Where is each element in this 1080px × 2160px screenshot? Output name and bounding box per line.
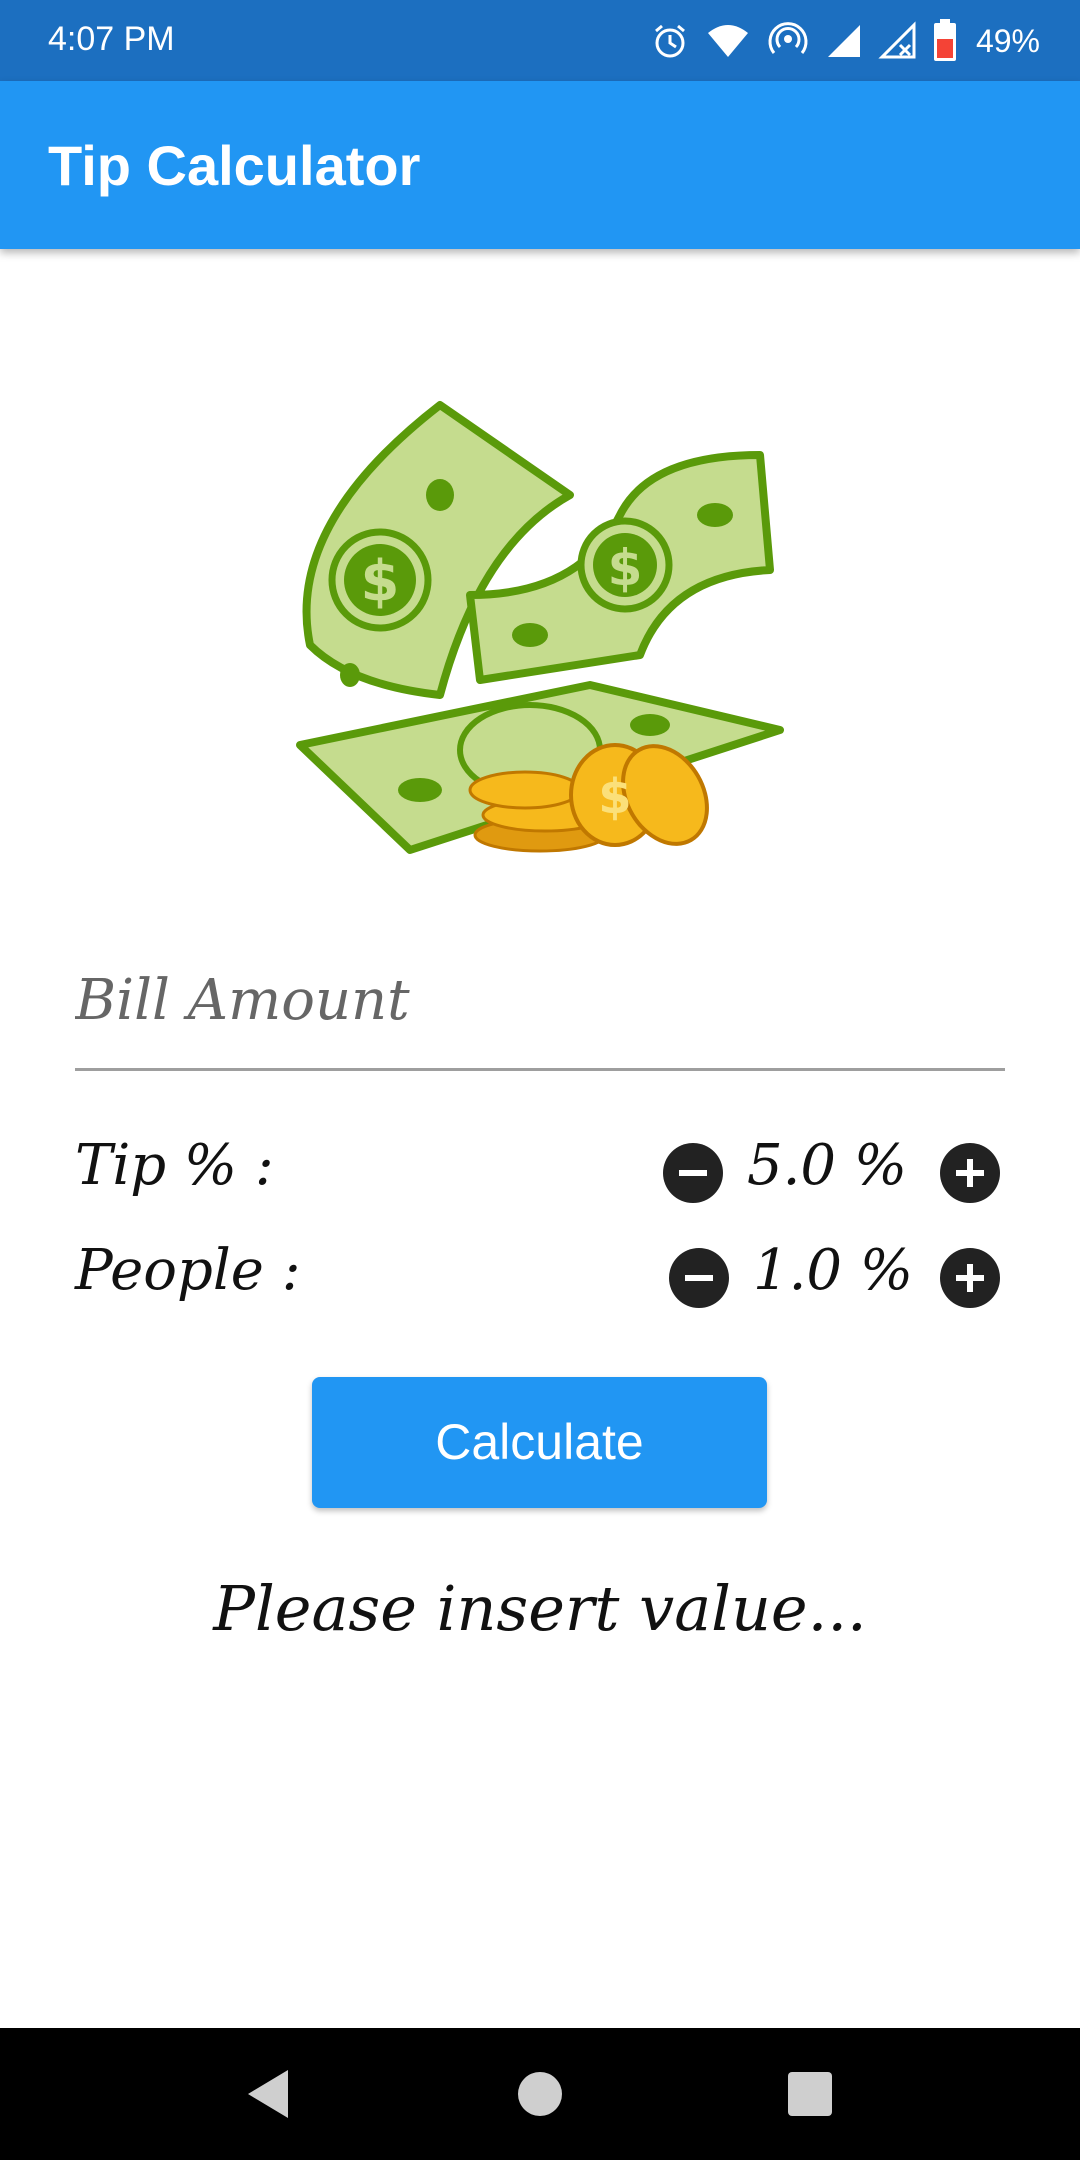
svg-text:$: $: [608, 539, 643, 597]
status-bar: 4:07 PM 49%: [0, 0, 1080, 81]
signal-icon: [824, 21, 864, 61]
bill-amount-input[interactable]: [75, 950, 1005, 1050]
bill-amount-field[interactable]: [75, 950, 1005, 1071]
signal-no-data-icon: [878, 21, 918, 61]
tip-increase-button[interactable]: [940, 1143, 1000, 1203]
recents-button[interactable]: [778, 2062, 842, 2126]
alarm-icon: [650, 21, 690, 61]
people-value: 1.0 %: [752, 1238, 914, 1303]
wifi-icon: [704, 21, 752, 61]
status-icons: 49%: [650, 16, 1040, 66]
svg-text:$: $: [361, 549, 400, 614]
recents-icon: [788, 2072, 832, 2116]
minus-icon: [679, 1170, 707, 1176]
battery-percent: 49%: [975, 22, 1040, 59]
battery-icon: [932, 19, 958, 63]
plus-icon: [956, 1159, 984, 1187]
status-time: 4:07 PM: [48, 20, 175, 58]
calculate-button[interactable]: Calculate: [312, 1377, 767, 1508]
people-label: People :: [75, 1238, 301, 1303]
back-button[interactable]: [236, 2062, 300, 2126]
app-bar: Tip Calculator: [0, 81, 1080, 249]
result-text: Please insert value...: [213, 1572, 867, 1645]
people-row: People : 1.0 %: [75, 1228, 1005, 1318]
money-illustration: $ $ $: [290, 395, 790, 875]
tip-row: Tip % : 5.0 %: [75, 1123, 1005, 1213]
home-icon: [518, 2072, 562, 2116]
home-button[interactable]: [508, 2062, 572, 2126]
minus-icon: [685, 1275, 713, 1281]
navigation-bar: [0, 2028, 1080, 2160]
bill-amount-underline: [75, 1068, 1005, 1071]
plus-icon: [956, 1264, 984, 1292]
svg-text:$: $: [598, 769, 631, 825]
back-icon: [248, 2070, 288, 2118]
tip-label: Tip % :: [75, 1133, 274, 1198]
people-increase-button[interactable]: [940, 1248, 1000, 1308]
tip-value: 5.0 %: [746, 1133, 908, 1198]
hotspot-icon: [766, 21, 810, 61]
app-title: Tip Calculator: [48, 134, 421, 197]
people-decrease-button[interactable]: [669, 1248, 729, 1308]
tip-decrease-button[interactable]: [663, 1143, 723, 1203]
